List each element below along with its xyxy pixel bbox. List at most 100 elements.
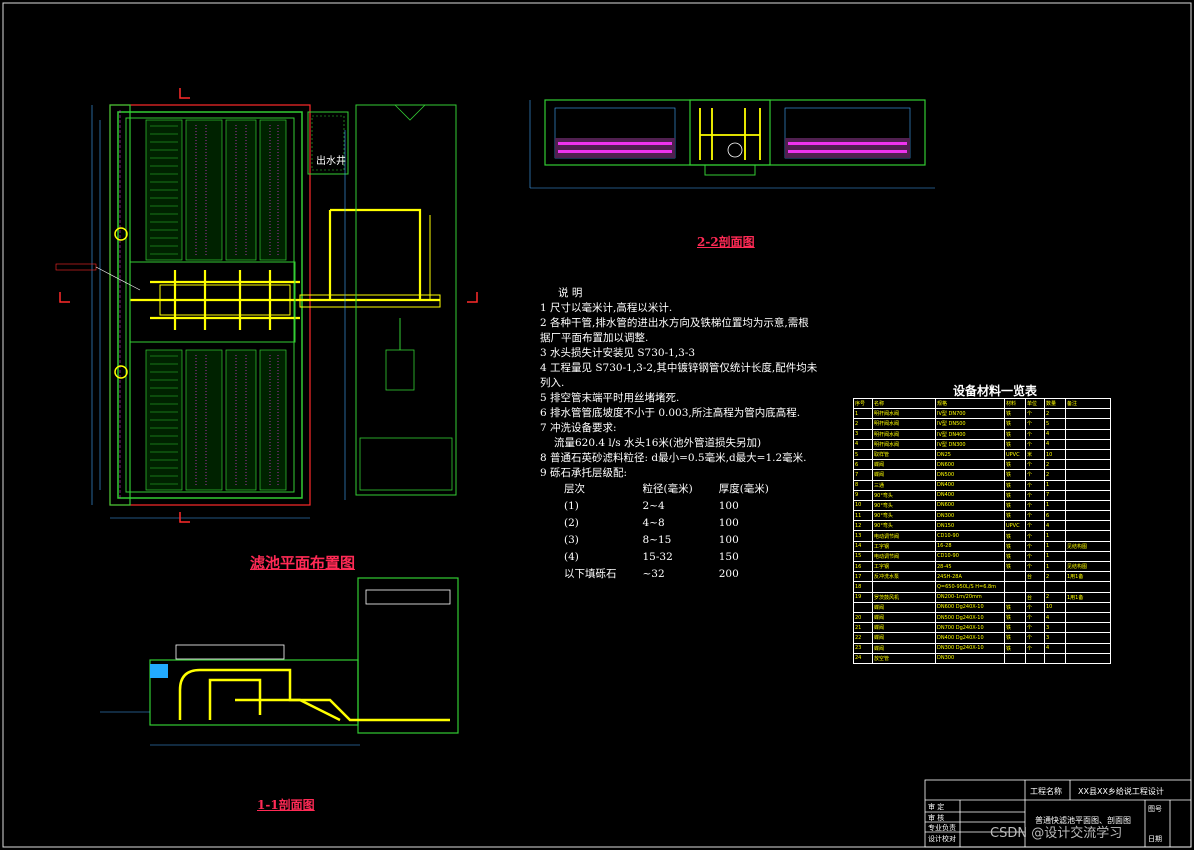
eq-cell: 2 [1044, 459, 1066, 471]
eq-cell [1025, 581, 1045, 593]
eq-cell: 28-45 [935, 560, 1005, 573]
equipment-row: 2 明杆阀水阀 IV型 DN500 铁个 5 [853, 418, 1111, 430]
eq-cell [1065, 510, 1111, 522]
eq-cell: 2 [1044, 571, 1066, 583]
signoff-label: 审 定 [928, 803, 945, 811]
eq-cell: 铁 [1004, 611, 1026, 624]
eq-cell: 个 [1025, 428, 1045, 440]
eq-cell: 个 [1025, 499, 1045, 512]
equipment-row: 9 90°弯头 DN400 铁个 7 [853, 489, 1111, 501]
design-notes: 说 明 1 尺寸以毫米计,高程以米计. 2 各种干管,排水管的进出水方向及铁梯位… [540, 286, 817, 481]
filter-plan-view [55, 88, 478, 523]
eq-cell: 铁 [1004, 459, 1026, 471]
eq-cell: 90°弯头 [872, 510, 936, 522]
eq-cell: 铁 [1004, 622, 1026, 634]
eq-cell: 1 [853, 408, 873, 420]
eq-cell: 明杆阀水阀 [872, 408, 936, 420]
eq-header-cell: 材料 [1004, 397, 1026, 410]
equipment-row: 3 明杆阀水阀 IV型 DN400 铁个 4 [853, 428, 1111, 440]
eq-cell: 台 [1025, 591, 1045, 603]
eq-cell [1065, 479, 1111, 491]
notes-heading: 说 明 [558, 287, 583, 299]
eq-cell: 个 [1025, 469, 1045, 481]
eq-cell: DN200-1m/20mm [935, 591, 1005, 603]
equipment-row: 22 蝶阀 DN400 Dg240X-10 铁个 3 [853, 632, 1111, 644]
eq-cell: 17 [853, 571, 873, 583]
eq-cell: IV型 DN300 [935, 438, 1005, 450]
section-2-2-view [529, 99, 935, 189]
eq-cell: 铁 [1004, 499, 1026, 512]
eq-cell: 4 [1044, 642, 1066, 654]
eq-cell: 90°弯头 [872, 489, 936, 501]
eq-cell: 取样管 [872, 448, 936, 461]
eq-cell: 铁 [1004, 469, 1026, 481]
eq-cell: 个 [1025, 601, 1045, 613]
eq-cell: 19 [853, 591, 873, 603]
eq-cell [1004, 652, 1026, 664]
equipment-row: 15 电动调节阀 CD10-90 铁个 1 [853, 550, 1111, 563]
eq-cell: 个 [1025, 510, 1045, 522]
equipment-row: 14 工字钢 16-28 铁个 1 见结构图 [853, 540, 1111, 552]
eq-cell: 2 [1044, 469, 1066, 481]
layer-cell: (3) [564, 534, 579, 546]
eq-cell: 蝶阀 [872, 632, 936, 644]
eq-cell: 个 [1025, 540, 1045, 552]
eq-cell: DN400 Dg240X-10 [935, 632, 1005, 644]
eq-cell: DN500 Dg240X-10 [935, 611, 1005, 624]
eq-cell: 10 [1044, 448, 1066, 461]
layer-cell: 100 [718, 534, 739, 546]
eq-cell: 11 [853, 510, 873, 522]
eq-cell [1065, 550, 1111, 563]
eq-cell: 1 [1044, 550, 1066, 563]
eq-cell: 2 [1044, 591, 1066, 603]
note-line: 4 工程量见 S730-1,3-2,其中镀锌钢管仅统计长度,配件均未 [540, 362, 818, 374]
eq-cell: 罗茨鼓风机 [872, 591, 936, 603]
eq-cell [1065, 581, 1111, 593]
note-line: 列入. [540, 377, 565, 389]
csdn-watermark: CSDN @设计交流学习 [990, 826, 1123, 841]
eq-cell [1065, 642, 1111, 654]
note-line: 5 排空管末端平时用丝堵堵死. [540, 392, 680, 404]
signoff-label: 专业负责 [928, 824, 956, 832]
eq-cell: 工字钢 [872, 540, 936, 552]
eq-cell [1065, 459, 1111, 471]
eq-cell: 6 [853, 459, 873, 471]
eq-cell [1065, 448, 1111, 461]
project-name-label: 工程名称 [1030, 787, 1062, 796]
equipment-row: 19 罗茨鼓风机 DN200-1m/20mm 台 2 1用1备 [853, 591, 1111, 603]
layer-cell: 15-32 [642, 551, 673, 563]
eq-cell: 蝶阀 [872, 601, 936, 613]
eq-cell: 个 [1025, 489, 1045, 501]
eq-cell: 10 [1044, 601, 1066, 613]
eq-cell: 明杆阀水阀 [872, 428, 936, 440]
eq-cell: 1 [1044, 479, 1066, 491]
equipment-row: 21 蝶阀 DN700 Dg240X-10 铁个 3 [853, 622, 1111, 634]
eq-cell: CD10-90 [935, 530, 1005, 542]
eq-cell: 6 [1044, 510, 1066, 522]
eq-header-cell: 单位 [1025, 397, 1045, 410]
eq-cell: 反冲洗水泵 [872, 571, 936, 583]
eq-cell: 铁 [1004, 418, 1026, 430]
eq-cell [1065, 520, 1111, 532]
eq-cell: 放空管 [872, 652, 936, 664]
eq-cell [1065, 428, 1111, 440]
eq-cell: 铁 [1004, 632, 1026, 644]
eq-cell: 10 [853, 499, 873, 512]
equipment-row: 7 蝶阀 DN500 铁个 2 [853, 469, 1111, 481]
eq-cell: IV型 DN500 [935, 418, 1005, 430]
eq-cell: 24 [853, 652, 873, 664]
eq-cell [1065, 652, 1111, 664]
note-line: 2 各种干管,排水管的进出水方向及铁梯位置均为示意,需根 [540, 317, 809, 329]
eq-cell: 3 [1044, 622, 1066, 634]
equipment-row: 1 明杆阀水阀 IV型 DN700 铁个 2 [853, 408, 1111, 420]
eq-cell: 个 [1025, 438, 1045, 450]
eq-cell: UPVC [1004, 448, 1026, 461]
eq-cell: 铁 [1004, 550, 1026, 563]
layer-header-cell: 层次 [564, 483, 585, 495]
eq-cell: 铁 [1004, 560, 1026, 573]
eq-cell: 4 [853, 438, 873, 450]
eq-cell: DN600 Dg240X-10 [935, 601, 1005, 613]
eq-cell: 4 [1044, 520, 1066, 532]
eq-cell: UPVC [1004, 520, 1026, 532]
layer-cell: (1) [564, 500, 579, 512]
